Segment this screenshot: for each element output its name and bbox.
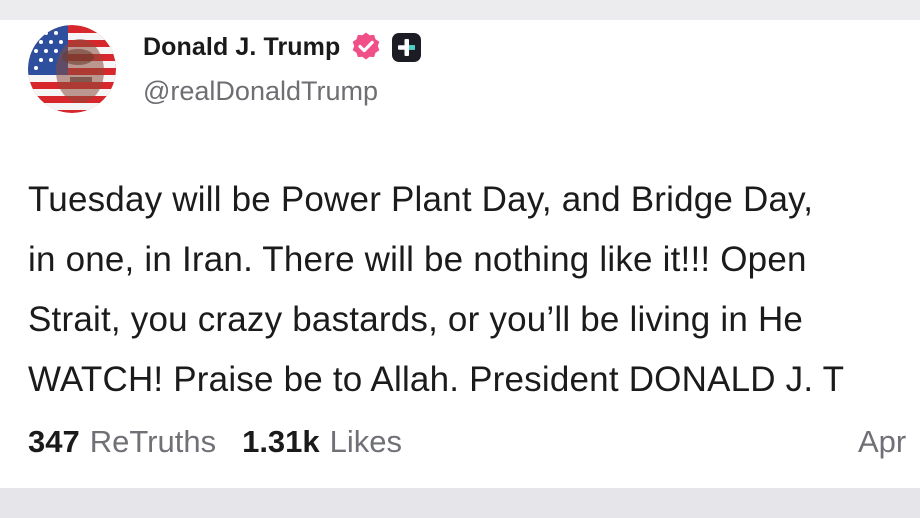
author-display-name[interactable]: Donald J. Trump — [143, 33, 340, 62]
author-avatar[interactable] — [28, 25, 116, 113]
author-handle[interactable]: @realDonaldTrump — [143, 76, 378, 107]
bottom-background-band — [0, 488, 920, 518]
post-line: in one, in Iran. There will be nothing l… — [28, 240, 807, 279]
retruths-count: 347 — [28, 424, 80, 459]
plus-badge-icon — [392, 32, 422, 62]
author-name-row: Donald J. Trump — [143, 30, 422, 64]
top-background-band — [0, 0, 920, 20]
retruths-label: ReTruths — [89, 424, 217, 459]
post-line: Strait, you crazy bastards, or you’ll be… — [28, 300, 804, 339]
post-line: WATCH! Praise be to Allah. President DON… — [28, 360, 845, 399]
retruths-stat[interactable]: 347 ReTruths — [28, 424, 216, 460]
flag-portrait-avatar-icon — [28, 25, 116, 113]
likes-stat[interactable]: 1.31k Likes — [242, 424, 402, 460]
post-card: Donald J. Trump @realDonaldTrump Tuesday… — [0, 20, 920, 488]
post-line: Tuesday will be Power Plant Day, and Bri… — [28, 180, 814, 219]
verified-badge-icon — [350, 31, 382, 63]
post-body-text: Tuesday will be Power Plant Day, and Bri… — [28, 170, 920, 410]
post-timestamp[interactable]: Apr — [858, 424, 906, 460]
likes-count: 1.31k — [242, 424, 320, 459]
likes-label: Likes — [329, 424, 403, 459]
post-stats: 347 ReTruths 1.31k Likes — [28, 424, 402, 460]
